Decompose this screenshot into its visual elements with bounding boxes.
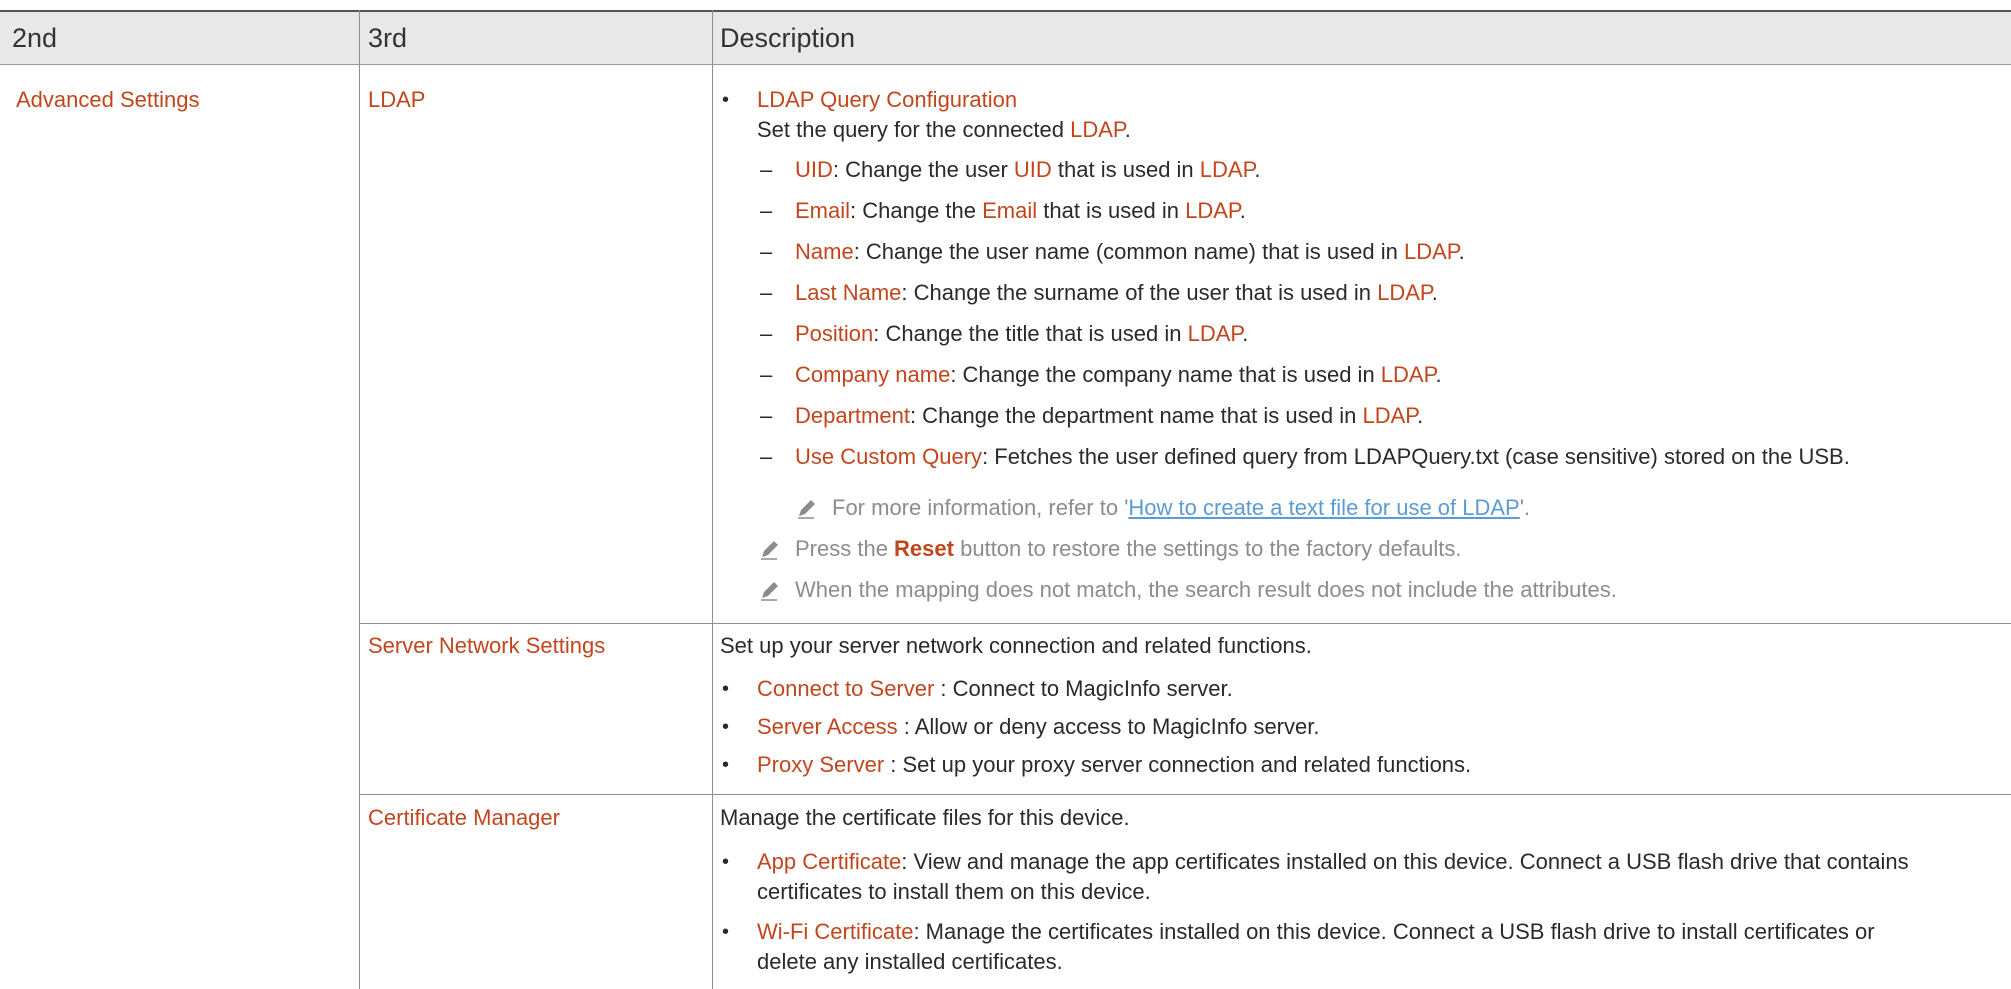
server-intro: Set up your server network connection an… xyxy=(720,633,1312,658)
server-option-item: Connect to Server : Connect to MagicInfo… xyxy=(757,675,1233,703)
bullet-icon: • xyxy=(722,716,730,738)
item-text: : Connect to MagicInfo server. xyxy=(934,676,1233,701)
menu-certificate-manager[interactable]: Certificate Manager xyxy=(368,804,560,832)
menu-ldap[interactable]: LDAP xyxy=(368,86,425,114)
ldap-field-term[interactable]: Position xyxy=(795,321,873,346)
ldap-field-term[interactable]: Name xyxy=(795,239,854,264)
pencil-note-icon xyxy=(761,582,778,601)
pencil-note-icon xyxy=(798,500,815,519)
item-text: . xyxy=(1435,362,1442,387)
server-option-term[interactable]: Proxy Server xyxy=(757,752,884,777)
header-2nd: 2nd xyxy=(12,23,58,53)
ldap-ref: LDAP xyxy=(1187,321,1243,346)
cert-option-term[interactable]: App Certificate xyxy=(757,849,901,874)
table-header: 2nd 3rd Description xyxy=(0,10,2011,65)
dash-icon: – xyxy=(760,280,773,305)
ldap-field-term[interactable]: UID xyxy=(795,157,833,182)
item-text: . xyxy=(1431,280,1438,305)
cert-option-term[interactable]: Wi-Fi Certificate xyxy=(757,919,913,944)
dash-icon: – xyxy=(760,403,773,428)
dash-icon: – xyxy=(760,321,773,346)
cert-intro: Manage the certificate files for this de… xyxy=(720,805,1130,830)
column-divider xyxy=(712,10,713,989)
ldap-ref: LDAP xyxy=(1403,239,1459,264)
ldap-query-item: Name: Change the user name (common name)… xyxy=(795,238,1465,266)
row-divider xyxy=(359,623,2011,624)
cert-option-item: Wi-Fi Certificate: Manage the certificat… xyxy=(757,918,1875,946)
item-text: : Change the company name that is used i… xyxy=(950,362,1381,387)
item-text: . xyxy=(1417,403,1424,428)
item-text: . xyxy=(1458,239,1465,264)
ldap-field-term[interactable]: Last Name xyxy=(795,280,901,305)
ldap-query-item: Last Name: Change the surname of the use… xyxy=(795,279,1438,307)
item-text: . xyxy=(1254,157,1261,182)
item-term-ref: Email xyxy=(982,198,1038,223)
bullet-icon: • xyxy=(722,851,730,873)
dash-icon: – xyxy=(760,239,773,264)
ldap-query-item: Company name: Change the company name th… xyxy=(795,361,1442,389)
ldap-sub-note: For more information, refer to 'How to c… xyxy=(832,495,1531,520)
ldap-ref: LDAP xyxy=(1185,198,1240,223)
ldap-ref: LDAP xyxy=(1199,157,1255,182)
item-text: : Change the department name that is use… xyxy=(909,403,1363,428)
ldap-intro: Set the query for the connected LDAP. xyxy=(757,117,1131,142)
cert-option-item-continued: delete any installed certificates. xyxy=(757,949,1063,974)
ldap-reset-note: Press the Reset button to restore the se… xyxy=(795,536,1462,561)
item-text: : Set up your proxy server connection an… xyxy=(884,752,1472,777)
item-text: : Manage the certificates installed on t… xyxy=(913,919,1875,944)
menu-server-network-settings[interactable]: Server Network Settings xyxy=(368,632,605,660)
header-description: Description xyxy=(720,23,856,53)
dash-icon: – xyxy=(760,157,773,182)
bullet-icon: • xyxy=(722,678,730,700)
ldap-text-file-link[interactable]: How to create a text file for use of LDA… xyxy=(1128,495,1519,520)
item-term-ref: UID xyxy=(1013,157,1052,182)
ldap-field-term[interactable]: Department xyxy=(795,403,910,428)
item-text: : View and manage the app certificates i… xyxy=(901,849,1909,874)
server-option-term[interactable]: Server Access xyxy=(757,714,898,739)
item-text: that is used in xyxy=(1037,198,1186,223)
bullet-icon: • xyxy=(722,921,730,943)
ldap-mapping-note: When the mapping does not match, the sea… xyxy=(795,577,1617,602)
ldap-ref: LDAP xyxy=(1362,403,1418,428)
ldap-ref: LDAP xyxy=(1380,362,1436,387)
item-text: . xyxy=(1242,321,1249,346)
ldap-query-item: Department: Change the department name t… xyxy=(795,402,1423,430)
row-group-label[interactable]: Advanced Settings xyxy=(16,86,199,114)
ldap-query-item: Position: Change the title that is used … xyxy=(795,320,1248,348)
item-text: : Change the surname of the user that is… xyxy=(901,280,1378,305)
ldap-query-item: UID: Change the user UID that is used in… xyxy=(795,156,1261,184)
item-text: that is used in xyxy=(1051,157,1200,182)
cert-option-item: App Certificate: View and manage the app… xyxy=(757,848,1909,876)
ldap-query-item: Email: Change the Email that is used in … xyxy=(795,197,1246,225)
bullet-icon: • xyxy=(722,89,730,111)
item-text: : Change the title that is used in xyxy=(873,321,1188,346)
dash-icon: – xyxy=(760,444,773,469)
server-option-term[interactable]: Connect to Server xyxy=(757,676,934,701)
ldap-query-item: Use Custom Query: Fetches the user defin… xyxy=(795,443,1850,471)
bullet-icon: • xyxy=(722,754,730,776)
item-text: : Fetches the user defined query from LD… xyxy=(982,444,1850,469)
header-3rd: 3rd xyxy=(368,23,408,53)
server-option-item: Proxy Server : Set up your proxy server … xyxy=(757,751,1471,779)
item-text: : Change the xyxy=(850,198,983,223)
item-text: . xyxy=(1239,198,1246,223)
ldap-field-term[interactable]: Use Custom Query xyxy=(795,444,982,469)
dash-icon: – xyxy=(760,198,773,223)
cert-option-item-continued: certificates to install them on this dev… xyxy=(757,879,1151,904)
server-option-item: Server Access : Allow or deny access to … xyxy=(757,713,1319,741)
dash-icon: – xyxy=(760,362,773,387)
ldap-field-term[interactable]: Company name xyxy=(795,362,950,387)
item-text: : Allow or deny access to MagicInfo serv… xyxy=(897,714,1320,739)
row-divider xyxy=(359,794,2011,795)
ldap-query-configuration[interactable]: LDAP Query Configuration xyxy=(757,86,1017,114)
pencil-note-icon xyxy=(761,541,778,560)
item-text: : Change the user name (common name) tha… xyxy=(853,239,1404,264)
column-divider xyxy=(359,10,360,989)
item-text: : Change the user xyxy=(832,157,1014,182)
ldap-field-term[interactable]: Email xyxy=(795,198,850,223)
ldap-ref: LDAP xyxy=(1377,280,1432,305)
